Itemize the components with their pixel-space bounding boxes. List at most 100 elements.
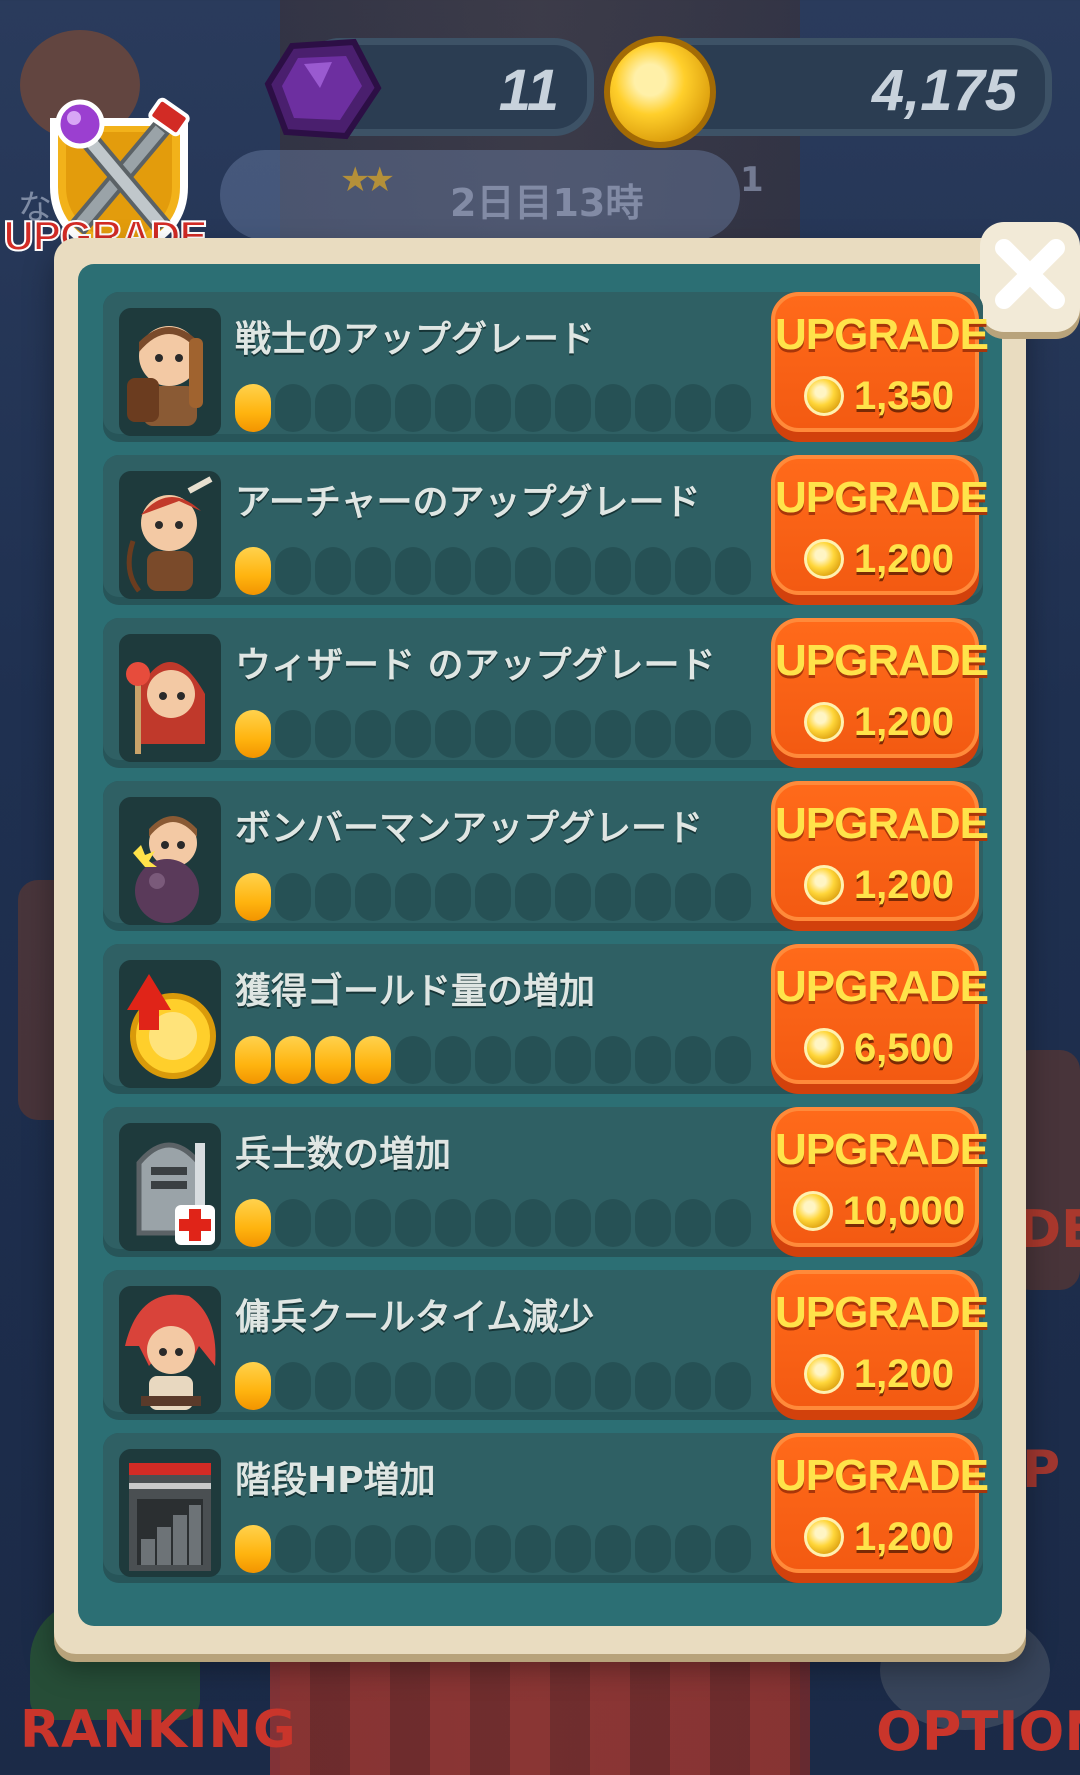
level-pip-empty [275,710,311,758]
upgrade-button[interactable]: UPGRADE 1,200 [771,781,989,931]
day-time-label: 2日目13時 [450,181,644,225]
level-pip-empty [555,873,591,921]
upgrade-row-7: 傭兵クールタイム減少 UPGRADE 1,200 [103,1270,989,1420]
coin-icon [803,1354,844,1394]
level-pip-empty [675,1199,711,1247]
upgrade-price: 10,000 [775,1187,983,1235]
level-pips [235,873,751,921]
level-pip-empty [635,710,671,758]
close-button[interactable] [980,222,1080,332]
level-pip-empty [675,1525,711,1573]
upgrade-button[interactable]: UPGRADE 1,350 [771,292,989,442]
level-pip-empty [435,1362,471,1410]
level-pip-empty [715,1036,751,1084]
level-pip-empty [515,547,551,595]
right-side-label: DE [1018,1200,1080,1260]
level-pip-empty [275,873,311,921]
upgrade-button-label: UPGRADE [775,1451,989,1500]
level-pip-empty [395,547,431,595]
upgrade-price-value: 1,200 [853,862,955,907]
upgrade-button[interactable]: UPGRADE 10,000 [771,1107,989,1257]
level-pip-empty [475,1036,511,1084]
upgrade-title: 獲得ゴールド量の増加 [235,971,596,1012]
level-pip-empty [315,1362,351,1410]
level-pip-empty [715,1525,751,1573]
level-pip-empty [515,873,551,921]
level-pip-empty [475,1525,511,1573]
level-pip-empty [515,1362,551,1410]
level-pip-empty [555,384,591,432]
upgrade-button[interactable]: UPGRADE 1,200 [771,618,989,768]
upgrade-row-3: ウィザード のアップグレード UPGRADE 1,200 [103,618,989,768]
ranking-button[interactable]: RANKING [20,1700,297,1760]
level-pip-empty [435,873,471,921]
upgrade-button[interactable]: UPGRADE 6,500 [771,944,989,1094]
level-pip-empty [355,1199,391,1247]
level-pip-empty [355,710,391,758]
level-pip-empty [675,1036,711,1084]
upgrade-button[interactable]: UPGRADE 1,200 [771,1433,989,1583]
upgrade-price: 1,200 [775,535,983,583]
gold-up-icon [119,960,221,1088]
level-pip-empty [355,384,391,432]
upgrade-title: 兵士数の増加 [235,1134,452,1175]
level-pip-empty [435,547,471,595]
level-pip-filled [235,873,271,921]
upgrade-button-label: UPGRADE [775,962,989,1011]
archer-portrait [119,471,221,599]
level-pip-empty [675,1362,711,1410]
upgrade-price-value: 6,500 [853,1025,955,1070]
level-pip-empty [355,1362,391,1410]
level-pip-empty [515,1199,551,1247]
level-pip-empty [395,1199,431,1247]
level-pips [235,1036,751,1084]
gem-count: 11 [498,58,559,123]
bomber-portrait [119,797,221,925]
level-pip-empty [275,1362,311,1410]
level-pip-empty [395,384,431,432]
level-pip-empty [315,1525,351,1573]
upgrade-button-label: UPGRADE [775,473,989,522]
stairs-hp-icon [119,1449,221,1577]
level-pip-filled [235,1199,271,1247]
upgrade-title: ウィザード のアップグレード [235,645,716,686]
coin-icon [803,865,844,905]
upgrade-button[interactable]: UPGRADE 1,200 [771,455,989,605]
coin-icon [803,702,844,742]
upgrade-price-value: 1,200 [853,536,955,581]
level-pips [235,1199,751,1247]
upgrade-title: 戦士のアップグレード [235,319,596,360]
gold-coin-icon [604,36,716,148]
level-pip-filled [235,1036,271,1084]
upgrade-button-label: UPGRADE [775,310,989,359]
gold-count: 4,175 [871,58,1017,123]
upgrade-button-label: UPGRADE [775,799,989,848]
level-pip-empty [635,384,671,432]
upgrade-price: 1,200 [775,698,983,746]
upgrade-title: ボンバーマンアップグレード [235,808,704,849]
level-pip-empty [475,547,511,595]
level-pip-filled [235,384,271,432]
level-pips [235,1362,751,1410]
level-pip-empty [555,710,591,758]
level-pip-filled [275,1036,311,1084]
level-pips [235,547,751,595]
level-pip-empty [275,1199,311,1247]
coin-icon [792,1191,833,1231]
level-pip-empty [595,1199,631,1247]
option-button[interactable]: OPTION [876,1700,1080,1763]
level-pip-filled [235,547,271,595]
upgrade-price-value: 1,200 [853,1514,955,1559]
level-pips [235,710,751,758]
level-pip-empty [555,1199,591,1247]
level-pip-filled [355,1036,391,1084]
upgrade-row-8: 階段HP増加 UPGRADE 1,200 [103,1433,989,1583]
level-pip-empty [555,1525,591,1573]
level-pip-empty [435,710,471,758]
level-pip-empty [315,873,351,921]
level-pip-empty [595,710,631,758]
level-pip-empty [475,873,511,921]
level-pip-empty [635,1525,671,1573]
upgrade-button[interactable]: UPGRADE 1,200 [771,1270,989,1420]
upgrade-price-value: 10,000 [842,1188,966,1233]
